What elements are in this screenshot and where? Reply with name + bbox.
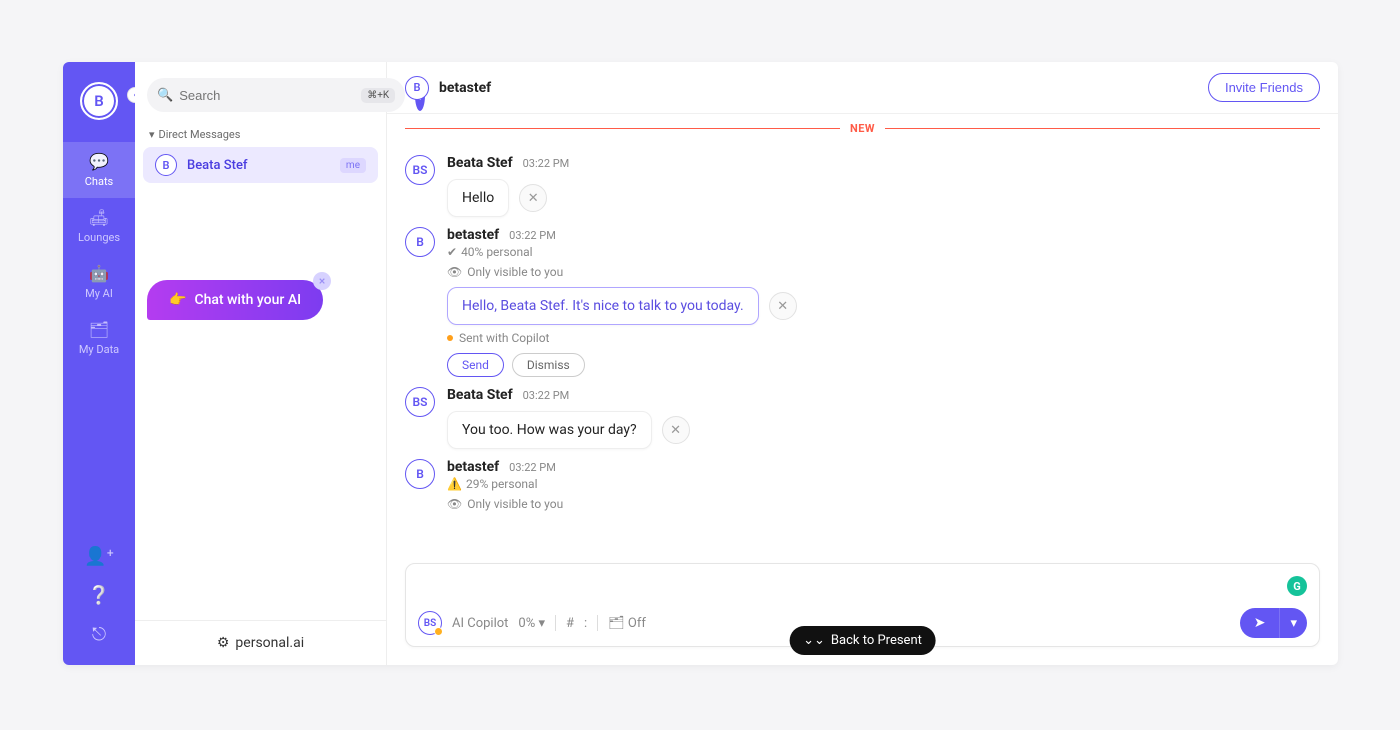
message-author: Beata Stef bbox=[447, 155, 513, 171]
ai-icon: 🤖 bbox=[89, 264, 109, 283]
nav-bottom: 👤⁺ ❔ ⎋ bbox=[63, 546, 135, 665]
data-icon: 🗂 bbox=[89, 320, 109, 339]
hash-button[interactable]: # bbox=[566, 616, 574, 631]
personal-score: ⚠️ 29% personal bbox=[447, 477, 1320, 491]
nav-label: Lounges bbox=[78, 231, 120, 244]
personal-score: ✔ 40% personal bbox=[447, 245, 1320, 259]
send-options-button[interactable]: ▾ bbox=[1279, 608, 1307, 638]
message-time: 03:22 PM bbox=[523, 157, 570, 170]
nav-label: My AI bbox=[85, 287, 113, 300]
copilot-avatar[interactable]: BS bbox=[418, 611, 442, 635]
status-dot-icon bbox=[447, 335, 453, 341]
warning-icon: ⚠️ bbox=[447, 477, 462, 491]
visibility-note: 👁 Only visible to you bbox=[447, 497, 1320, 511]
nav-label: Chats bbox=[85, 175, 113, 188]
search-box[interactable]: 🔍 ⌘+K bbox=[147, 78, 405, 112]
chevrons-down-icon: ⌄⌄ bbox=[803, 633, 825, 648]
message-avatar: BS bbox=[405, 155, 435, 185]
message-time: 03:22 PM bbox=[509, 461, 556, 474]
pointing-hand-icon: 👉 bbox=[169, 292, 186, 308]
nav-label: My Data bbox=[79, 343, 119, 356]
sent-with-copilot: Sent with Copilot bbox=[447, 331, 1320, 345]
react-button[interactable]: ✕ bbox=[769, 292, 797, 320]
new-divider: NEW bbox=[405, 122, 1320, 135]
message-bubble: Hello bbox=[447, 179, 509, 217]
message-avatar: B bbox=[405, 227, 435, 257]
nav-item-my-data[interactable]: 🗂 My Data bbox=[63, 310, 135, 366]
message: BS Beata Stef 03:22 PM You too. How was … bbox=[405, 387, 1320, 449]
message-author: Beata Stef bbox=[447, 387, 513, 403]
chat-with-ai-button[interactable]: 👉 Chat with your AI × bbox=[147, 280, 323, 320]
eye-icon: 👁 bbox=[447, 497, 462, 511]
dm-name: Beata Stef bbox=[187, 158, 330, 173]
composer-input[interactable] bbox=[418, 574, 1307, 594]
message: B betastef 03:22 PM ✔ 40% personal 👁 Onl… bbox=[405, 227, 1320, 377]
app-window: ‹ B 💬 Chats 🛋 Lounges 🤖 My AI 🗂 My Data … bbox=[63, 62, 1338, 665]
nav-item-my-ai[interactable]: 🤖 My AI bbox=[63, 254, 135, 310]
message-time: 03:22 PM bbox=[523, 389, 570, 402]
nav-item-lounges[interactable]: 🛋 Lounges bbox=[63, 198, 135, 254]
react-button[interactable]: ✕ bbox=[519, 184, 547, 212]
dm-item-beata-stef[interactable]: B Beata Stef me bbox=[143, 147, 378, 183]
main-pane: B betastef Invite Friends NEW BS Beata S… bbox=[387, 62, 1338, 665]
ai-pill-wrap: 👉 Chat with your AI × bbox=[147, 280, 323, 320]
search-icon: 🔍 bbox=[157, 88, 173, 103]
direct-messages-header[interactable]: ▾ Direct Messages bbox=[135, 128, 386, 147]
nav-rail: ‹ B 💬 Chats 🛋 Lounges 🤖 My AI 🗂 My Data … bbox=[63, 62, 135, 665]
me-badge: me bbox=[340, 158, 366, 173]
logout-icon[interactable]: ⎋ bbox=[92, 624, 106, 645]
chats-icon: 💬 bbox=[89, 152, 109, 171]
search-input[interactable] bbox=[179, 88, 355, 103]
message: BS Beata Stef 03:22 PM Hello ✕ bbox=[405, 155, 1320, 217]
grammarly-icon[interactable]: G bbox=[1287, 576, 1307, 596]
user-avatar[interactable]: B bbox=[80, 82, 118, 120]
verified-icon: ✔ bbox=[447, 245, 457, 259]
invite-friends-button[interactable]: Invite Friends bbox=[1208, 73, 1320, 102]
nav-item-chats[interactable]: 💬 Chats bbox=[63, 142, 135, 198]
visibility-note: 👁 Only visible to you bbox=[447, 265, 1320, 279]
ai-pill-label: Chat with your AI bbox=[194, 292, 301, 308]
help-icon[interactable]: ❔ bbox=[88, 585, 110, 606]
sidebar: 🔍 ⌘+K + ▾ Direct Messages B Beata Stef m… bbox=[135, 62, 387, 665]
react-button[interactable]: ✕ bbox=[662, 416, 690, 444]
sidebar-top: 🔍 ⌘+K + bbox=[135, 62, 386, 128]
message-thread[interactable]: BS Beata Stef 03:22 PM Hello ✕ B bbox=[387, 141, 1338, 563]
add-person-icon[interactable]: 👤⁺ bbox=[84, 546, 114, 567]
new-label: NEW bbox=[840, 122, 885, 135]
message-author: betastef bbox=[447, 459, 499, 475]
copilot-label[interactable]: AI Copilot bbox=[452, 616, 508, 631]
dismiss-ai-pill-button[interactable]: × bbox=[313, 272, 331, 290]
dismiss-suggestion-button[interactable]: Dismiss bbox=[512, 353, 585, 377]
message-avatar: BS bbox=[405, 387, 435, 417]
chat-header: B betastef Invite Friends bbox=[387, 62, 1338, 114]
chat-title: betastef bbox=[439, 80, 491, 96]
message-bubble: You too. How was your day? bbox=[447, 411, 652, 449]
emoji-button[interactable]: : bbox=[584, 616, 587, 631]
lounges-icon: 🛋 bbox=[89, 208, 109, 227]
send-button[interactable]: ➤ bbox=[1240, 608, 1280, 638]
ai-message-bubble: Hello, Beata Stef. It's nice to talk to … bbox=[447, 287, 759, 325]
message: B betastef 03:22 PM ⚠️ 29% personal 👁 On… bbox=[405, 459, 1320, 511]
copilot-percent[interactable]: 0% ▾ bbox=[518, 616, 545, 631]
brand-label: personal.ai bbox=[235, 635, 304, 651]
message-time: 03:22 PM bbox=[509, 229, 556, 242]
dm-avatar: B bbox=[155, 154, 177, 176]
caret-down-icon: ▾ bbox=[149, 128, 155, 141]
sidebar-footer: ⚙︎ personal.ai bbox=[135, 620, 386, 665]
message-avatar: B bbox=[405, 459, 435, 489]
back-to-present-button[interactable]: ⌄⌄ Back to Present bbox=[789, 626, 936, 655]
stack-toggle[interactable]: 🗂 Off bbox=[608, 616, 646, 631]
eye-icon: 👁 bbox=[447, 265, 462, 279]
send-suggestion-button[interactable]: Send bbox=[447, 353, 504, 377]
message-author: betastef bbox=[447, 227, 499, 243]
chat-avatar: B bbox=[405, 76, 429, 100]
brand-icon: ⚙︎ bbox=[217, 635, 230, 651]
section-label: Direct Messages bbox=[159, 128, 241, 141]
